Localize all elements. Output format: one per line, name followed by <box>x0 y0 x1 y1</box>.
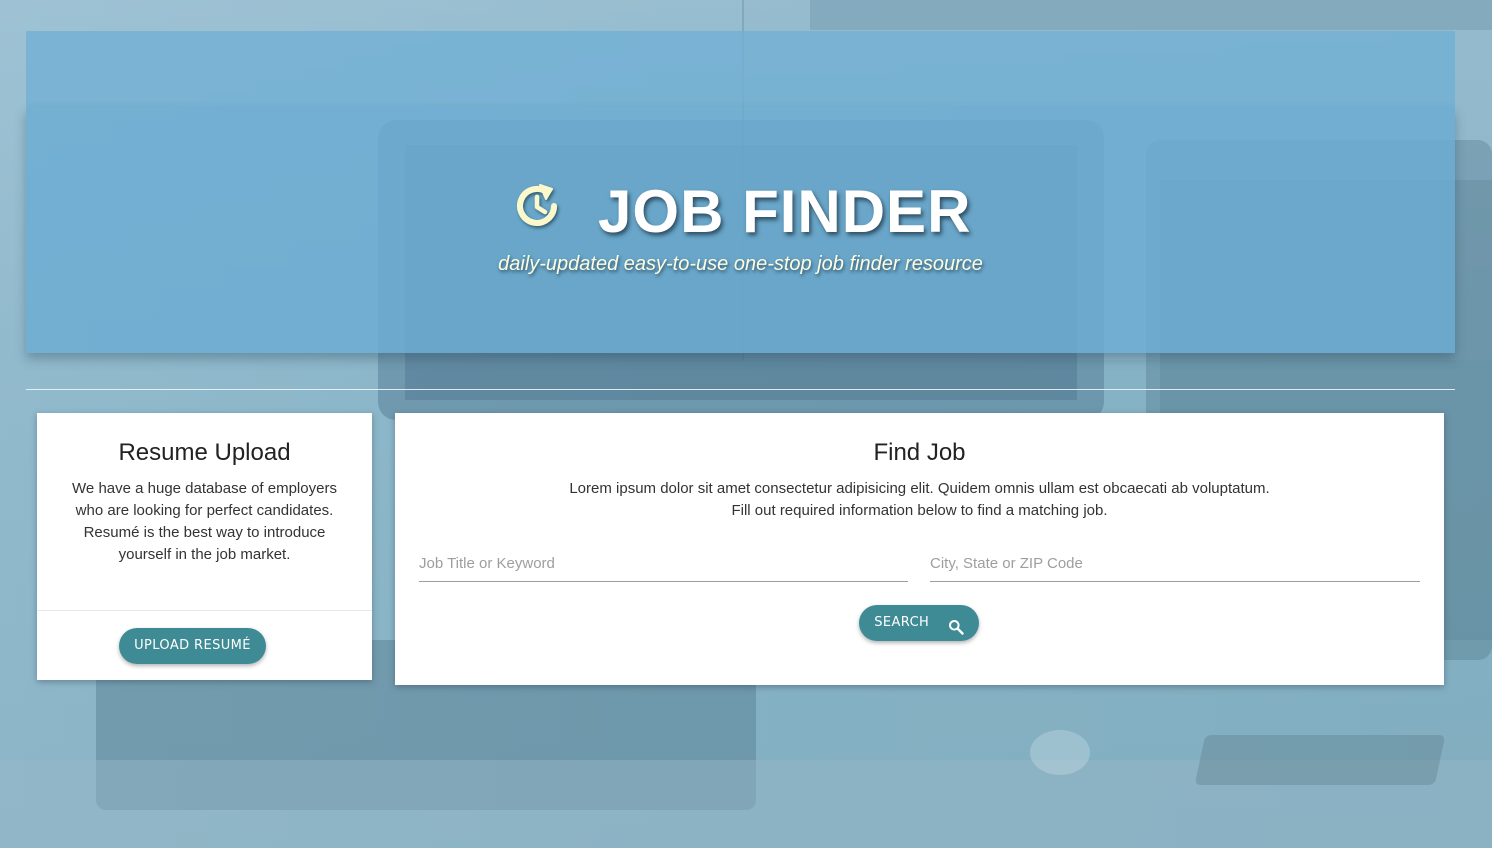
resume-card-title: Resume Upload <box>118 439 291 466</box>
resume-card-description: We have a huge database of employers who… <box>72 480 337 563</box>
search-icon <box>948 614 964 635</box>
section-divider <box>26 389 1455 390</box>
find-job-description-line2: Fill out required information below to f… <box>731 502 1108 519</box>
resume-card-action-area: UPLOAD RESUMÉ <box>37 610 372 681</box>
bg-book-shape <box>1194 735 1446 785</box>
location-input[interactable] <box>930 545 1420 582</box>
bg-cup-shape <box>1030 730 1090 775</box>
find-job-card: Find Job Lorem ipsum dolor sit amet cons… <box>395 413 1444 685</box>
find-job-title: Find Job <box>873 439 966 466</box>
clock-refresh-icon <box>510 179 564 233</box>
resume-upload-card: Resume Upload We have a huge database of… <box>37 413 372 680</box>
search-form <box>419 545 1420 583</box>
upload-resume-button[interactable]: UPLOAD RESUMÉ <box>119 628 266 664</box>
search-button-label: SEARCH <box>874 615 930 630</box>
site-title: JOB FINDER <box>598 178 972 245</box>
find-job-description: Lorem ipsum dolor sit amet consectetur a… <box>395 478 1444 522</box>
find-job-description-line1: Lorem ipsum dolor sit amet consectetur a… <box>569 480 1270 497</box>
bg-window-bar-shape <box>810 0 1492 30</box>
site-tagline: daily-updated easy-to-use one-stop job f… <box>498 253 983 275</box>
hero-banner: JOB FINDER daily-updated easy-to-use one… <box>26 107 1455 353</box>
search-button[interactable]: SEARCH <box>859 605 979 641</box>
job-keyword-input[interactable] <box>419 545 908 582</box>
brand-row: JOB FINDER <box>26 177 1455 246</box>
top-navbar-strip <box>26 31 1455 107</box>
